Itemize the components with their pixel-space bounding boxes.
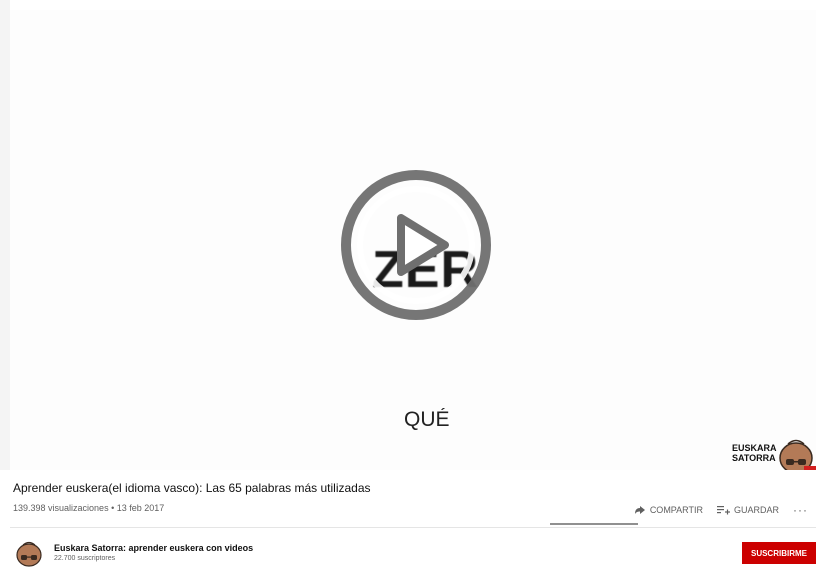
subscriber-count: 22.700 suscriptores bbox=[54, 555, 116, 562]
save-button[interactable]: GUARDAR bbox=[716, 505, 779, 515]
video-title: Aprender euskera(el idioma vasco): Las 6… bbox=[13, 481, 371, 495]
share-arrow-icon bbox=[634, 506, 645, 514]
mole-mascot-icon bbox=[779, 439, 816, 470]
page-gutter bbox=[0, 0, 10, 470]
sentiment-bar bbox=[550, 523, 638, 525]
share-label: COMPARTIR bbox=[649, 505, 703, 515]
channel-avatar[interactable] bbox=[14, 539, 44, 567]
section-divider bbox=[10, 527, 816, 528]
video-word-spanish: QUÉ bbox=[404, 408, 450, 431]
share-button[interactable]: COMPARTIR bbox=[634, 505, 703, 515]
channel-name-link[interactable]: Euskara Satorra: aprender euskera con vi… bbox=[54, 543, 253, 553]
video-player[interactable]: ZER QUÉ EUSKARA SATORRA bbox=[10, 10, 816, 470]
playlist-add-icon bbox=[716, 506, 730, 515]
channel-watermark[interactable]: EUSKARA SATORRA bbox=[732, 435, 816, 470]
watermark-line-2: SATORRA bbox=[732, 453, 776, 463]
watermark-line-1: EUSKARA bbox=[732, 443, 777, 453]
more-actions-button[interactable]: ··· bbox=[793, 503, 808, 517]
play-circle-icon[interactable] bbox=[339, 168, 493, 322]
subscribe-button[interactable]: SUSCRIBIRME bbox=[742, 542, 816, 564]
video-meta: 139.398 visualizaciones • 13 feb 2017 bbox=[13, 503, 165, 513]
watermark-text: EUSKARA SATORRA bbox=[732, 443, 777, 463]
save-label: GUARDAR bbox=[733, 505, 779, 515]
video-actions: COMPARTIR GUARDAR ··· bbox=[620, 503, 808, 517]
